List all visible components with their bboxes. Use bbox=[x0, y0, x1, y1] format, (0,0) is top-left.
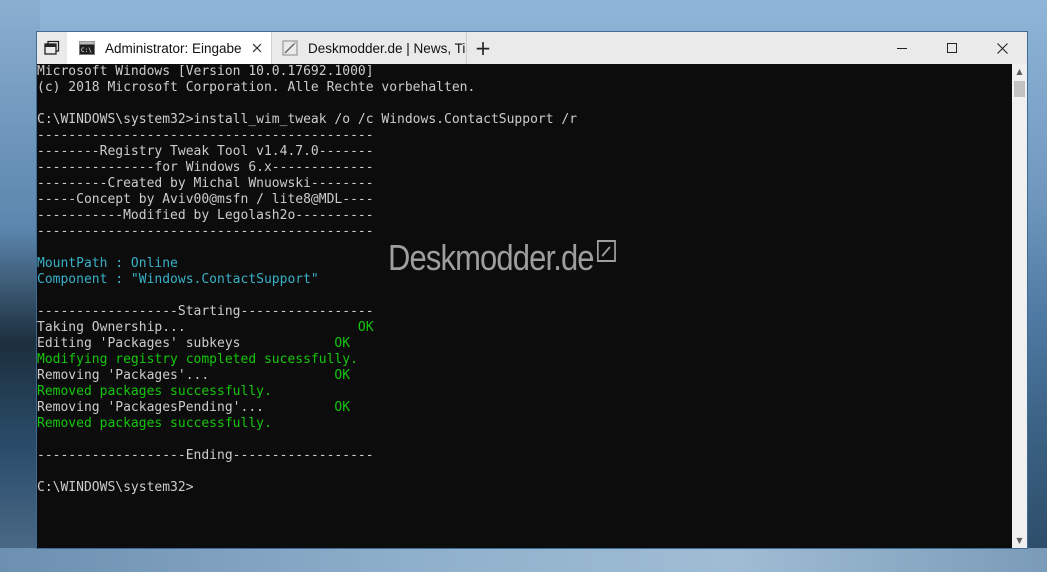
console-line: Removed packages successfully. bbox=[37, 384, 272, 399]
console-line: ------------------Starting--------------… bbox=[37, 304, 374, 319]
minimize-button[interactable] bbox=[877, 32, 927, 64]
tab-label: Administrator: Eingabe bbox=[105, 40, 242, 56]
status-ok: OK bbox=[334, 336, 351, 351]
status-ok: OK bbox=[334, 400, 351, 415]
console-line: Removing 'Packages'... OK bbox=[37, 368, 1012, 384]
console-line: -----Concept by Aviv00@msfn / lite8@MDL-… bbox=[37, 192, 374, 207]
console-line: -----------Modified by Legolash2o-------… bbox=[37, 208, 374, 223]
maximize-icon bbox=[947, 43, 957, 53]
desktop-wallpaper-left bbox=[0, 0, 40, 572]
close-icon bbox=[996, 42, 1008, 54]
console-line: --------Registry Tweak Tool v1.4.7.0----… bbox=[37, 144, 374, 159]
console-line: ---------------for Windows 6.x----------… bbox=[37, 160, 374, 175]
tab-browser[interactable]: Deskmodder.de | News, Tip bbox=[271, 32, 467, 64]
title-bar[interactable]: C:\ Administrator: Eingabe Deskmodder.de… bbox=[37, 32, 1027, 64]
watermark-text: Deskmodder.de bbox=[388, 237, 595, 278]
tab-command-prompt[interactable]: C:\ Administrator: Eingabe bbox=[67, 32, 271, 64]
console-line: Modifying registry completed sucessfully… bbox=[37, 352, 358, 367]
console-line: C:\WINDOWS\system32> bbox=[37, 480, 194, 495]
tab-list-icon bbox=[44, 40, 60, 55]
console-line: Taking Ownership... OK bbox=[37, 320, 1012, 336]
desktop-wallpaper-bottom bbox=[0, 548, 1047, 572]
minimize-icon bbox=[897, 48, 907, 49]
pencil-icon bbox=[597, 240, 617, 262]
console-line-text: Editing 'Packages' subkeys bbox=[37, 336, 335, 351]
scroll-up-arrow-icon[interactable]: ▲ bbox=[1012, 64, 1027, 79]
close-icon bbox=[252, 43, 262, 53]
terminal-window: C:\ Administrator: Eingabe Deskmodder.de… bbox=[36, 31, 1028, 549]
close-tab-button[interactable] bbox=[247, 38, 267, 58]
maximize-button[interactable] bbox=[927, 32, 977, 64]
console-line-text: Removing 'PackagesPending'... bbox=[37, 400, 335, 415]
console-line-text: Taking Ownership... bbox=[37, 320, 358, 335]
console-output[interactable]: Microsoft Windows [Version 10.0.17692.10… bbox=[37, 64, 1012, 548]
console-line: Removed packages successfully. bbox=[37, 416, 272, 431]
close-button[interactable] bbox=[977, 32, 1027, 64]
console-line-text: Removing 'Packages'... bbox=[37, 368, 335, 383]
scroll-thumb[interactable] bbox=[1014, 81, 1025, 97]
status-ok: OK bbox=[357, 320, 374, 335]
title-bar-drag-area[interactable] bbox=[499, 32, 877, 64]
browser-page-icon bbox=[282, 40, 298, 56]
vertical-scrollbar[interactable]: ▲ ▼ bbox=[1012, 64, 1027, 548]
console-line: C:\WINDOWS\system32>install_wim_tweak /o… bbox=[37, 112, 578, 127]
svg-text:C:\: C:\ bbox=[81, 47, 92, 54]
watermark: Deskmodder.de bbox=[388, 237, 617, 279]
console-line: -------------------Ending---------------… bbox=[37, 448, 374, 463]
console-line: Editing 'Packages' subkeys OK bbox=[37, 336, 1012, 352]
console-line: ----------------------------------------… bbox=[37, 128, 374, 143]
console-line: (c) 2018 Microsoft Corporation. Alle Rec… bbox=[37, 80, 476, 95]
new-tab-button[interactable]: + bbox=[467, 32, 499, 64]
console-line: Microsoft Windows [Version 10.0.17692.10… bbox=[37, 64, 374, 79]
tab-switcher-button[interactable] bbox=[37, 32, 67, 64]
console-line: Removing 'PackagesPending'... OK bbox=[37, 400, 1012, 416]
console-line: ---------Created by Michal Wnuowski-----… bbox=[37, 176, 374, 191]
tab-label: Deskmodder.de | News, Tip bbox=[308, 40, 466, 56]
cmd-icon: C:\ bbox=[79, 41, 95, 55]
scroll-down-arrow-icon[interactable]: ▼ bbox=[1012, 533, 1027, 548]
console-text: Microsoft Windows [Version 10.0.17692.10… bbox=[37, 64, 1012, 496]
status-ok: OK bbox=[334, 368, 351, 383]
